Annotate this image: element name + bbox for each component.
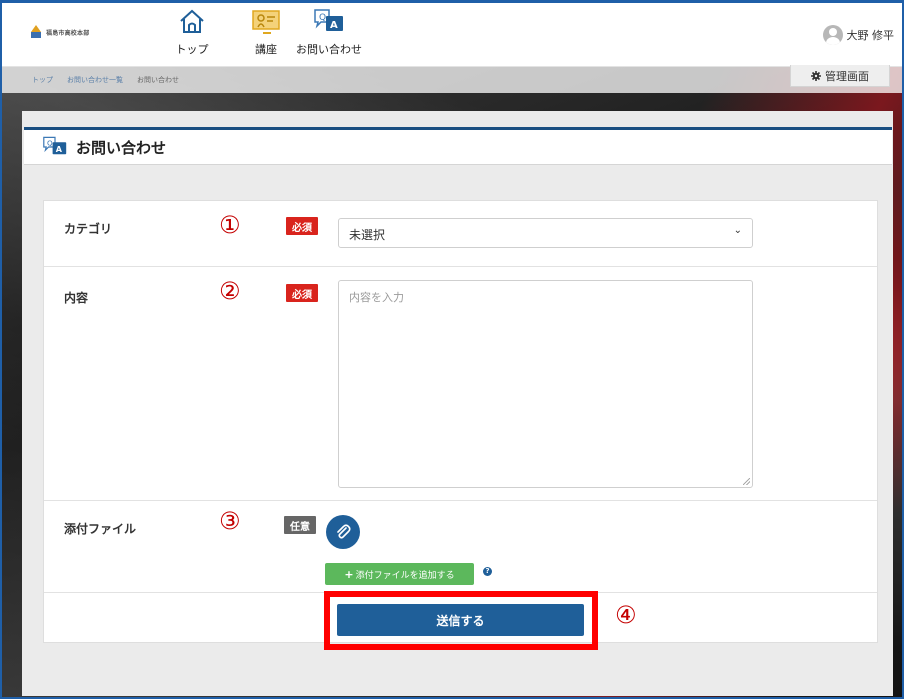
required-badge: 必須 bbox=[286, 217, 318, 235]
home-icon bbox=[180, 9, 204, 33]
marker-4: ④ bbox=[615, 601, 637, 629]
breadcrumb-contact-list[interactable]: お問い合わせ一覧 bbox=[67, 75, 123, 85]
user-menu[interactable]: 大野 修平 bbox=[822, 25, 895, 45]
contact-form: カテゴリ ① 必須 未選択 ⌄ 内容 ② 必須 内容を入力 添付ファイル ③ 任… bbox=[43, 200, 878, 643]
logo-mark-icon bbox=[31, 25, 41, 38]
nav-lecture[interactable]: 講座 bbox=[246, 7, 286, 57]
svg-text:Q: Q bbox=[319, 13, 326, 23]
plus-icon: + bbox=[344, 567, 354, 581]
lecture-icon bbox=[252, 10, 280, 34]
optional-badge: 任意 bbox=[284, 516, 316, 534]
svg-text:A: A bbox=[56, 145, 63, 154]
attachment-label: 添付ファイル bbox=[64, 522, 137, 536]
breadcrumb-top[interactable]: トップ bbox=[32, 75, 53, 85]
help-icon[interactable]: ? bbox=[483, 567, 492, 576]
svg-text:Q: Q bbox=[47, 138, 53, 147]
nav-contact-label: お問い合わせ bbox=[296, 43, 362, 56]
resize-grip-icon[interactable] bbox=[743, 478, 750, 485]
site-logo[interactable]: 福島市高校本部 bbox=[30, 25, 89, 39]
nav-contact[interactable]: Q A お問い合わせ bbox=[289, 7, 369, 57]
category-select-value: 未選択 bbox=[349, 228, 386, 242]
submit-button[interactable]: 送信する bbox=[337, 604, 584, 636]
content-placeholder: 内容を入力 bbox=[349, 291, 404, 304]
breadcrumb-current: お問い合わせ bbox=[137, 76, 179, 84]
breadcrumb-bar: トップ お問い合わせ一覧 お問い合わせ bbox=[2, 67, 902, 93]
marker-3: ③ bbox=[219, 507, 241, 535]
gear-icon bbox=[811, 70, 821, 81]
user-name: 大野 修平 bbox=[846, 29, 895, 42]
site-header: 福島市高校本部 トップ 講座 Q A お問い合わせ 大野 修平 bbox=[2, 3, 902, 67]
admin-button-label: 管理画面 bbox=[825, 69, 869, 83]
category-row: カテゴリ ① 必須 未選択 ⌄ bbox=[44, 201, 877, 267]
category-select[interactable]: 未選択 ⌄ bbox=[338, 218, 753, 248]
qa-icon: Q A bbox=[43, 136, 67, 155]
marker-2: ② bbox=[219, 277, 241, 305]
required-badge: 必須 bbox=[286, 284, 318, 302]
avatar-icon bbox=[822, 25, 843, 45]
add-file-button[interactable]: + 添付ファイルを追加する bbox=[325, 563, 474, 585]
nav-top[interactable]: トップ bbox=[172, 7, 212, 57]
chevron-down-icon: ⌄ bbox=[733, 225, 742, 236]
paperclip-icon bbox=[337, 524, 351, 539]
svg-text:A: A bbox=[330, 20, 338, 31]
content-label: 内容 bbox=[64, 291, 89, 305]
logo-text: 福島市高校本部 bbox=[46, 29, 90, 37]
browser-frame: 福島市高校本部 トップ 講座 Q A お問い合わせ 大野 修平 トップ お問い合… bbox=[0, 0, 904, 699]
submit-button-label: 送信する bbox=[436, 613, 485, 628]
content-row: 内容 ② 必須 内容を入力 bbox=[44, 267, 877, 501]
admin-button[interactable]: 管理画面 bbox=[790, 65, 890, 87]
nav-top-label: トップ bbox=[175, 43, 209, 56]
add-file-button-label: 添付ファイルを追加する bbox=[355, 570, 455, 581]
qa-icon: Q A bbox=[314, 9, 343, 31]
breadcrumb: トップ お問い合わせ一覧 お問い合わせ bbox=[32, 75, 179, 85]
page-title-bar: Q A お問い合わせ bbox=[24, 127, 892, 165]
category-label: カテゴリ bbox=[64, 222, 113, 236]
nav-lecture-label: 講座 bbox=[255, 43, 277, 56]
attach-file-button[interactable] bbox=[326, 515, 360, 549]
attachment-row: 添付ファイル ③ 任意 + 添付ファイルを追加する ? bbox=[44, 501, 877, 593]
marker-1: ① bbox=[219, 211, 241, 239]
content-textarea[interactable]: 内容を入力 bbox=[338, 280, 753, 488]
page-title: お問い合わせ bbox=[76, 138, 167, 157]
